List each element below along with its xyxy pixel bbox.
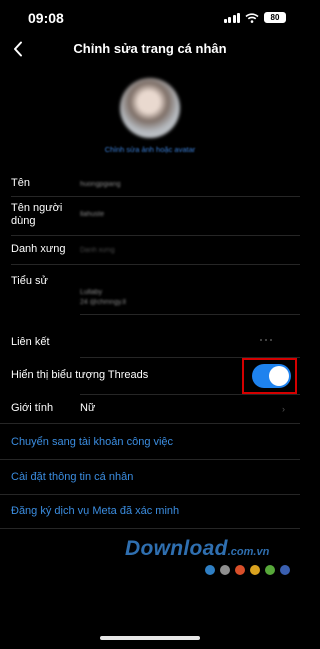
- cellular-signal-icon: [223, 12, 240, 23]
- pronouns-field[interactable]: Danh xưng: [80, 246, 115, 255]
- divider: [0, 459, 300, 460]
- username-label: Tên người dùng: [11, 202, 63, 227]
- divider: [0, 528, 300, 529]
- gender-label: Giới tính: [11, 402, 54, 414]
- name-label: Tên: [11, 177, 30, 189]
- username-field[interactable]: llahuste: [80, 210, 104, 219]
- toggle-knob: [269, 366, 289, 386]
- pronouns-label: Danh xưng: [11, 243, 66, 255]
- links-label[interactable]: Liên kết: [11, 336, 50, 349]
- bio-line[interactable]: 24 @chmngy.ll: [80, 298, 126, 307]
- status-icons: 80: [223, 12, 286, 23]
- watermark-dot: [205, 565, 215, 575]
- personal-info-settings-link[interactable]: Cài đặt thông tin cá nhân: [11, 471, 133, 483]
- wifi-icon: [245, 12, 259, 23]
- threads-badge-label: Hiển thị biểu tượng Threads: [11, 369, 149, 381]
- divider: [0, 494, 300, 495]
- watermark-dots: [205, 565, 290, 575]
- links-chevron-icon: [260, 339, 272, 341]
- home-indicator[interactable]: [100, 636, 200, 640]
- divider: [11, 235, 300, 236]
- watermark-dot: [250, 565, 260, 575]
- watermark-suffix: .com.vn: [227, 546, 270, 558]
- page-title: Chỉnh sửa trang cá nhân: [73, 41, 227, 56]
- divider: [80, 314, 300, 315]
- watermark-dot: [265, 565, 275, 575]
- battery-icon: 80: [264, 12, 286, 23]
- watermark-dot: [220, 565, 230, 575]
- status-bar: 09:08 80: [0, 0, 300, 34]
- watermark-dot: [280, 565, 290, 575]
- watermark-text: Download: [125, 537, 228, 560]
- meta-verified-link[interactable]: Đăng ký dịch vụ Meta đã xác minh: [11, 505, 179, 517]
- divider: [11, 264, 300, 265]
- switch-professional-account-link[interactable]: Chuyển sang tài khoản công việc: [11, 436, 173, 448]
- status-time: 09:08: [28, 10, 64, 26]
- threads-badge-toggle[interactable]: [252, 364, 291, 388]
- divider: [11, 196, 300, 197]
- bio-label: Tiểu sử: [11, 275, 48, 287]
- gender-value[interactable]: Nữ: [80, 402, 95, 415]
- watermark-dot: [235, 565, 245, 575]
- chevron-right-icon: ›: [282, 404, 285, 414]
- name-field[interactable]: huongpgiang: [80, 180, 121, 189]
- bio-line[interactable]: Lullaby: [80, 288, 102, 297]
- divider: [0, 423, 300, 424]
- watermark-logo: Download.com.vn: [125, 537, 290, 575]
- edit-photo-link[interactable]: Chỉnh sửa ảnh hoặc avatar: [0, 145, 300, 154]
- divider: [80, 394, 300, 395]
- nav-bar: Chỉnh sửa trang cá nhân: [0, 34, 300, 64]
- avatar[interactable]: [120, 78, 180, 138]
